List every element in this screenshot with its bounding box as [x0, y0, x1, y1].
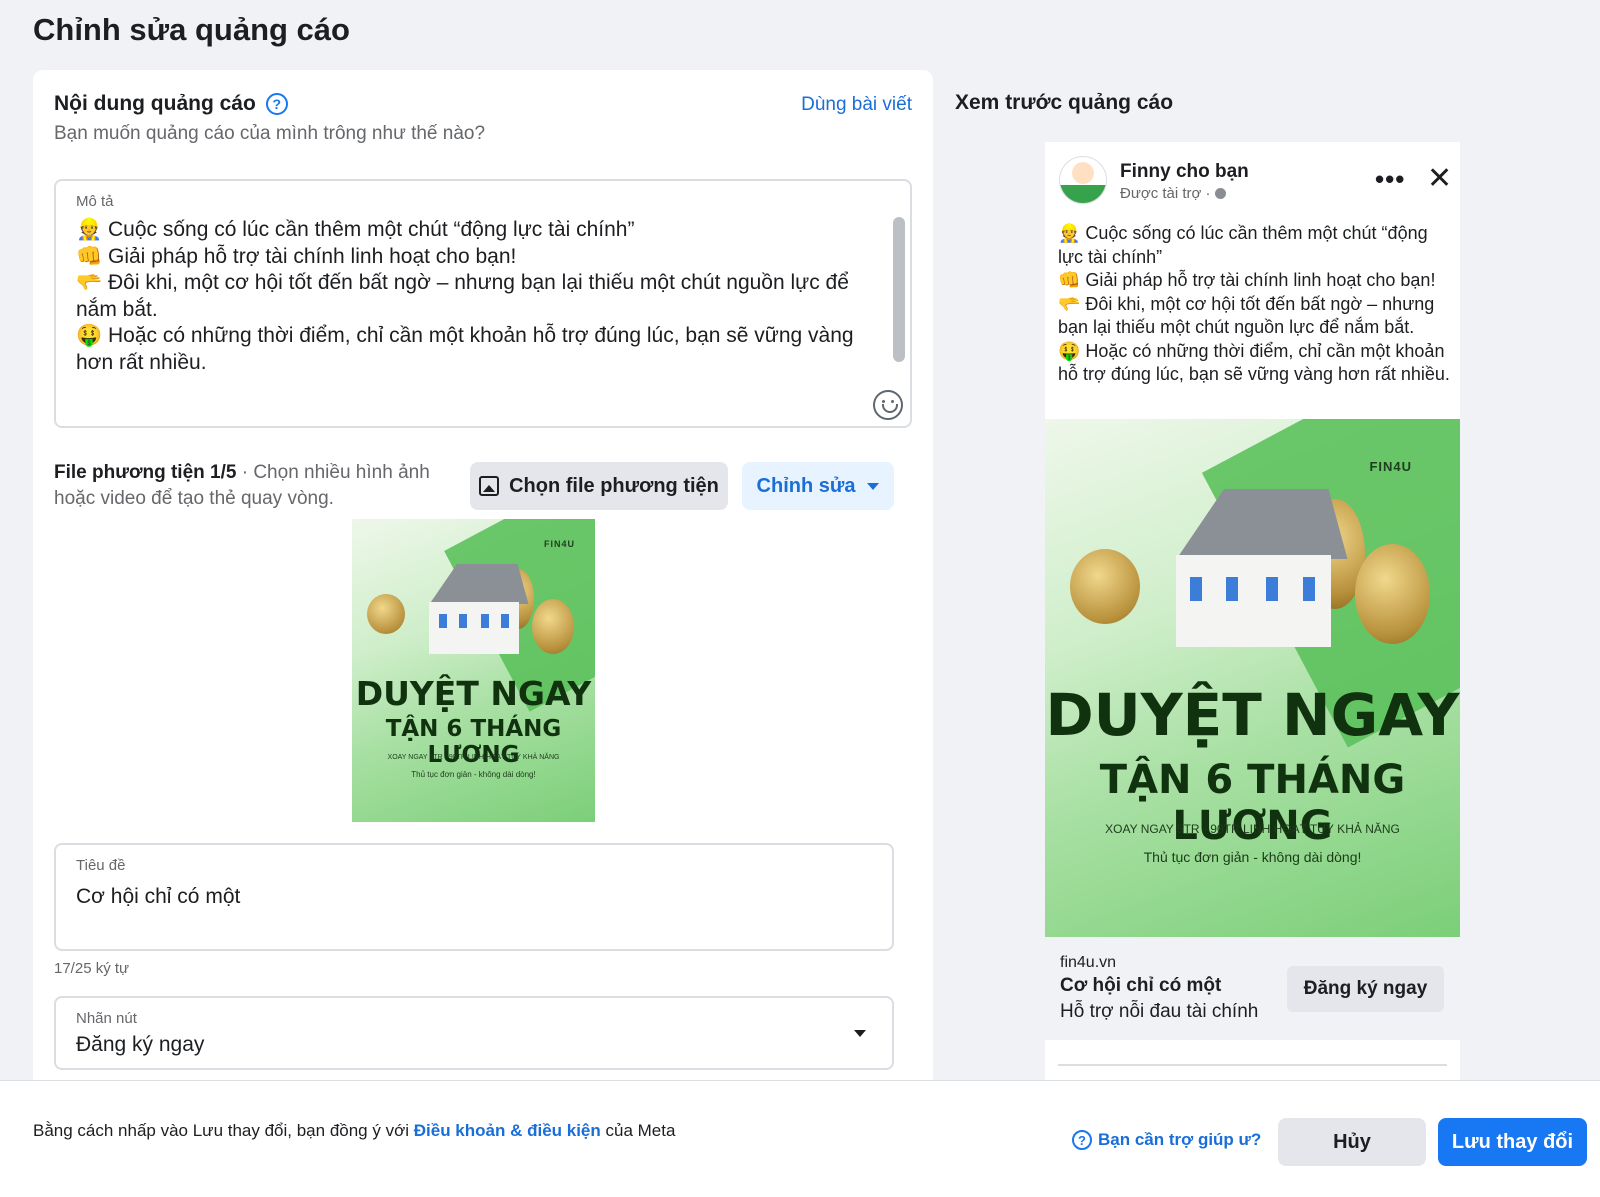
creative-line-2: Thủ tục đơn giản - không dài dòng!: [1143, 849, 1362, 865]
scrollbar-thumb[interactable]: [893, 217, 905, 362]
choose-media-label: Chọn file phương tiện: [509, 474, 719, 497]
preview-text-line: 👷 Cuộc sống có lúc cần thêm một chút “độ…: [1058, 223, 1433, 267]
caret-down-icon: [854, 1030, 866, 1037]
choose-media-button[interactable]: Chọn file phương tiện: [470, 462, 728, 510]
link-headline: Cơ hội chỉ có một: [1060, 975, 1222, 996]
preview-cta-button[interactable]: Đăng ký ngay: [1287, 966, 1444, 1012]
description-line: 👊 Giải pháp hỗ trợ tài chính linh hoạt c…: [76, 244, 517, 268]
terms-prefix: Bằng cách nhấp vào Lưu thay đổi, bạn đồn…: [33, 1121, 414, 1140]
media-count-label: File phương tiện 1/5: [54, 462, 237, 483]
caret-down-icon: [867, 482, 880, 490]
headline-field[interactable]: Tiêu đề Cơ hội chỉ có một: [54, 843, 894, 951]
sponsored-label: Được tài trợ ·: [1120, 185, 1226, 202]
description-line: 🫳 Đôi khi, một cơ hội tốt đến bất ngờ – …: [76, 271, 855, 321]
preview-image[interactable]: FIN4U DUYỆT NGAY TẬN 6 THÁNG LƯƠNG XOAY …: [1045, 419, 1460, 937]
preview-link-footer[interactable]: fin4u.vn Cơ hội chỉ có một Hỗ trợ nỗi đa…: [1045, 937, 1460, 1040]
help-link[interactable]: ? Bạn cần trợ giúp ư?: [1072, 1130, 1261, 1150]
description-line: 👷 Cuộc sống có lúc cần thêm một chút “độ…: [76, 218, 635, 241]
coin-stack: [1355, 544, 1430, 644]
description-line: 🤑 Hoặc có những thời điểm, chỉ cần một k…: [76, 324, 860, 374]
cta-label: Nhãn nút: [76, 1010, 137, 1027]
preview-title: Xem trước quảng cáo: [955, 91, 1174, 114]
creative-brand: FIN4U: [543, 539, 575, 549]
help-link-label: Bạn cần trợ giúp ư?: [1098, 1130, 1262, 1149]
cta-value: Đăng ký ngay: [76, 1033, 205, 1056]
description-label: Mô tả: [76, 193, 114, 210]
avatar: [1059, 156, 1107, 204]
description-scrollbar[interactable]: [893, 217, 905, 367]
creative-brand: FIN4U: [1369, 459, 1412, 474]
link-domain: fin4u.vn: [1060, 954, 1117, 971]
coin-stack: [367, 594, 405, 634]
use-post-link[interactable]: Dùng bài viết: [801, 94, 912, 116]
terms-link[interactable]: Điều khoản & điều kiện: [414, 1121, 601, 1140]
creative-headline-1: DUYỆT NGAY: [355, 674, 592, 713]
char-count: 17/25 ký tự: [54, 960, 130, 977]
sponsored-text: Được tài trợ ·: [1120, 185, 1211, 202]
page-name[interactable]: Finny cho bạn: [1120, 161, 1249, 183]
globe-icon: [1214, 188, 1226, 199]
creative-headline-1: DUYỆT NGAY: [1045, 681, 1460, 749]
ad-preview-card: Finny cho bạn Được tài trợ · ••• ✕ 👷 Cuộ…: [1045, 142, 1460, 1082]
page-title: Chỉnh sửa quảng cáo: [33, 12, 350, 47]
house-illustration: [419, 564, 529, 659]
headline-input[interactable]: Cơ hội chỉ có một: [76, 885, 240, 909]
headline-label: Tiêu đề: [76, 857, 126, 874]
footer-bar: Bằng cách nhấp vào Lưu thay đổi, bạn đồn…: [0, 1080, 1600, 1197]
save-button[interactable]: Lưu thay đổi: [1438, 1118, 1587, 1166]
section-title: Nội dung quảng cáo: [54, 92, 256, 115]
close-icon[interactable]: ✕: [1427, 164, 1452, 194]
help-icon: ?: [1072, 1130, 1092, 1150]
edit-media-button[interactable]: Chỉnh sửa: [742, 462, 894, 510]
creative-line-1: XOAY NGAY 5TR - 90TR LINH HOẠT TUỲ KHẢ N…: [1105, 822, 1400, 836]
help-icon[interactable]: ?: [265, 93, 288, 115]
cancel-button[interactable]: Hủy: [1278, 1118, 1426, 1166]
description-text[interactable]: 👷 Cuộc sống có lúc cần thêm một chút “độ…: [76, 217, 866, 376]
coin-stack: [532, 599, 574, 654]
terms-text: Bằng cách nhấp vào Lưu thay đổi, bạn đồn…: [33, 1121, 675, 1141]
preview-text-line: 🫳 Đôi khi, một cơ hội tốt đến bất ngờ – …: [1058, 293, 1440, 338]
coin-stack: [1070, 549, 1140, 624]
preview-text-line: 👊 Giải pháp hỗ trợ tài chính linh hoạt c…: [1058, 270, 1436, 290]
media-thumbnail[interactable]: FIN4U DUYỆT NGAY TẬN 6 THÁNG LƯƠNG XOAY …: [352, 519, 595, 822]
preview-text-line: 🤑 Hoặc có những thời điểm, chỉ cần một k…: [1058, 340, 1450, 385]
divider: [1058, 1064, 1447, 1066]
edit-media-label: Chỉnh sửa: [756, 474, 856, 497]
cta-select[interactable]: Nhãn nút Đăng ký ngay: [54, 996, 894, 1070]
creative-line-1: XOAY NGAY 5TR - 90TR LINH HOẠT TUỲ KHẢ N…: [387, 754, 560, 761]
house-illustration: [1158, 489, 1348, 654]
image-icon: [479, 476, 500, 496]
section-subtitle: Bạn muốn quảng cáo của mình trông như th…: [54, 123, 486, 144]
ad-content-panel: Nội dung quảng cáo ? Dùng bài viết Bạn m…: [33, 70, 933, 1120]
description-field[interactable]: Mô tả 👷 Cuộc sống có lúc cần thêm một ch…: [54, 179, 912, 428]
preview-text: 👷 Cuộc sống có lúc cần thêm một chút “độ…: [1058, 222, 1450, 387]
more-options-icon[interactable]: •••: [1375, 164, 1405, 195]
terms-suffix: của Meta: [600, 1121, 676, 1140]
media-section-title: File phương tiện 1/5 · Chọn nhiều hình ả…: [54, 460, 454, 512]
link-description: Hỗ trợ nỗi đau tài chính: [1060, 1001, 1259, 1022]
section-header: Nội dung quảng cáo ?: [54, 92, 288, 116]
emoji-icon[interactable]: [873, 390, 903, 420]
creative-line-2: Thủ tục đơn giản - không dài dòng!: [411, 770, 536, 779]
